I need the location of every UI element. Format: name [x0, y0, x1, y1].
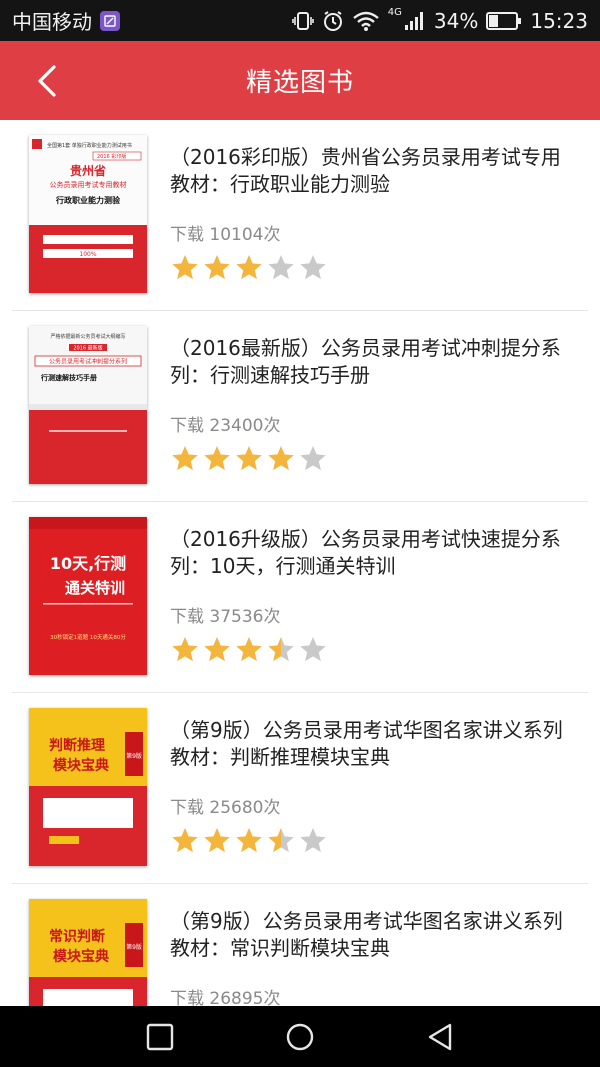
star-icon [172, 255, 198, 280]
recent-apps-icon[interactable] [145, 1022, 175, 1052]
book-title[interactable]: （第9版）公务员录用考试华图名家讲义系列教材：判断推理模块宝典 [170, 717, 574, 771]
star-icon [268, 446, 294, 471]
book-title[interactable]: （2016升级版）公务员录用考试快速提分系列：10天，行测通关特训 [170, 526, 574, 580]
star-icon [204, 637, 230, 662]
star-icon [300, 255, 326, 280]
star-icon [268, 255, 294, 280]
svg-text:2016 彩印版: 2016 彩印版 [97, 153, 126, 160]
svg-text:10天,行测: 10天,行测 [50, 554, 126, 573]
download-count: 下载 23400次 [170, 416, 281, 436]
network-type: 4G [387, 7, 402, 18]
carrier-name: 中国移动 [12, 10, 92, 34]
svg-text:行政职业能力测验: 行政职业能力测验 [55, 195, 121, 205]
svg-text:第9版: 第9版 [126, 752, 142, 760]
star-icon [172, 446, 198, 471]
book-list-item[interactable]: 常识判断 模块宝典 第9版 （第9版）公务员录用考试华图名家讲义系列教材：常识判… [12, 884, 588, 1006]
battery-percent: 34% [433, 8, 479, 33]
app-bar: 精选图书 [0, 41, 600, 120]
star-icon [236, 828, 262, 853]
signal-icon [404, 11, 423, 30]
star-icon [236, 637, 262, 662]
star-rating [170, 826, 574, 854]
book-cover[interactable]: 全国第1套 单独行政职业能力测试用书 2016 彩印版 贵州省 公务员录用考试专… [29, 135, 147, 293]
svg-text:判断推理: 判断推理 [49, 737, 105, 754]
star-rating [170, 444, 574, 472]
back-arrow-icon[interactable] [30, 63, 66, 99]
book-title[interactable]: （2016彩印版）贵州省公务员录用考试专用教材：行政职业能力测验 [170, 144, 574, 198]
star-rating [170, 635, 574, 663]
star-icon [204, 446, 230, 471]
star-icon [236, 446, 262, 471]
star-icon [300, 446, 326, 471]
book-list-item[interactable]: 判断推理 模块宝典 第9版 （第9版）公务员录用考试华图名家讲义系列教材：判断推… [12, 693, 588, 884]
book-cover[interactable]: 判断推理 模块宝典 第9版 [29, 708, 147, 866]
clock: 15:23 [530, 8, 588, 33]
svg-text:通关特训: 通关特训 [65, 579, 125, 597]
star-rating [170, 253, 574, 281]
download-count: 下载 37536次 [170, 607, 281, 627]
star-icon [300, 828, 326, 853]
svg-text:2016 最新版: 2016 最新版 [73, 345, 102, 352]
wifi-icon [353, 11, 379, 31]
status-bar: 中国移动 4G 34% 15:23 [0, 0, 600, 41]
book-title[interactable]: （第9版）公务员录用考试华图名家讲义系列教材：常识判断模块宝典 [170, 908, 574, 962]
download-count: 下载 10104次 [170, 225, 281, 245]
book-cover[interactable]: 严格依据最新公务员考试大纲编写 2016 最新版 公务员录用考试冲刺提分系列 行… [29, 326, 147, 484]
svg-text:常识判断: 常识判断 [49, 928, 105, 945]
svg-text:模块宝典: 模块宝典 [53, 757, 109, 774]
svg-text:公务员录用考试专用教材: 公务员录用考试专用教材 [50, 180, 127, 189]
home-icon[interactable] [285, 1022, 315, 1052]
book-title[interactable]: （2016最新版）公务员录用考试冲刺提分系列：行测速解技巧手册 [170, 335, 574, 389]
system-navigation-bar [0, 1006, 600, 1067]
download-count: 下载 26895次 [170, 989, 281, 1006]
star-icon [172, 637, 198, 662]
book-cover[interactable]: 10天,行测 通关特训 30秒锁定1道题 10天通关80分 [29, 517, 147, 675]
svg-text:100%: 100% [79, 251, 96, 258]
star-icon [172, 828, 198, 853]
page-title: 精选图书 [245, 68, 354, 98]
battery-icon [486, 11, 522, 30]
star-icon [268, 828, 294, 853]
book-list[interactable]: 全国第1套 单独行政职业能力测试用书 2016 彩印版 贵州省 公务员录用考试专… [0, 120, 600, 1006]
vibrate-icon [291, 11, 314, 30]
svg-text:行测速解技巧手册: 行测速解技巧手册 [40, 373, 97, 382]
svg-text:公务员录用考试冲刺提分系列: 公务员录用考试冲刺提分系列 [49, 358, 127, 366]
book-list-item[interactable]: 严格依据最新公务员考试大纲编写 2016 最新版 公务员录用考试冲刺提分系列 行… [12, 311, 588, 502]
svg-text:第9版: 第9版 [126, 943, 142, 951]
svg-text:30秒锁定1道题 10天通关80分: 30秒锁定1道题 10天通关80分 [50, 633, 126, 641]
book-list-item[interactable]: 全国第1套 单独行政职业能力测试用书 2016 彩印版 贵州省 公务员录用考试专… [12, 120, 588, 311]
book-cover[interactable]: 常识判断 模块宝典 第9版 [29, 899, 147, 1006]
app-notification-icon [100, 10, 120, 31]
star-icon [204, 828, 230, 853]
svg-text:模块宝典: 模块宝典 [53, 948, 109, 965]
star-icon [268, 637, 294, 662]
alarm-icon [323, 10, 342, 31]
back-icon[interactable] [425, 1022, 455, 1052]
star-icon [300, 637, 326, 662]
book-list-item[interactable]: 10天,行测 通关特训 30秒锁定1道题 10天通关80分 （2016升级版）公… [12, 502, 588, 693]
svg-text:全国第1套 单独行政职业能力测试用书: 全国第1套 单独行政职业能力测试用书 [47, 142, 132, 149]
star-icon [204, 255, 230, 280]
svg-text:严格依据最新公务员考试大纲编写: 严格依据最新公务员考试大纲编写 [50, 333, 125, 340]
svg-text:贵州省: 贵州省 [70, 163, 106, 178]
download-count: 下载 25680次 [170, 798, 281, 818]
star-icon [236, 255, 262, 280]
